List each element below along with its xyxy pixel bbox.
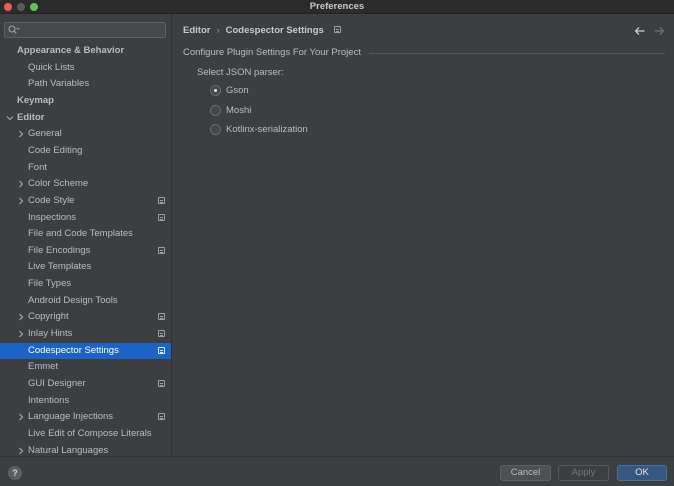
- back-arrow-icon[interactable]: [634, 25, 646, 37]
- chevron-down-icon[interactable]: [5, 110, 15, 126]
- window-title: Preferences: [309, 1, 365, 12]
- sidebar-item-label: Path Variables: [28, 78, 90, 90]
- project-scope-icon: [158, 330, 165, 337]
- sidebar-item-natural-languages[interactable]: Natural Languages: [0, 443, 171, 456]
- sidebar-item-copyright[interactable]: Copyright: [0, 309, 171, 325]
- ok-button[interactable]: OK: [617, 465, 667, 481]
- sidebar-item-emmet[interactable]: Emmet: [0, 359, 171, 375]
- sidebar-item-file-and-code-templates[interactable]: File and Code Templates: [0, 226, 171, 242]
- sidebar-item-label: Appearance & Behavior: [17, 45, 125, 56]
- radio-label: Gson: [226, 85, 249, 96]
- sidebar-item-label: Live Templates: [28, 261, 92, 273]
- sidebar-item-codespector-settings[interactable]: Codespector Settings: [0, 342, 171, 359]
- sidebar-item-file-types[interactable]: File Types: [0, 276, 171, 292]
- sidebar-item-code-editing[interactable]: Code Editing: [0, 143, 171, 159]
- title-bar: Preferences: [0, 0, 674, 14]
- sidebar-item-path-variables[interactable]: Path Variables: [0, 76, 171, 92]
- project-scope-icon: [158, 246, 165, 254]
- sidebar-item-code-style[interactable]: Code Style: [0, 193, 171, 209]
- sidebar-item-quick-lists[interactable]: Quick Lists: [0, 60, 171, 76]
- sidebar-item-label: Font: [28, 161, 48, 173]
- sidebar-item-label: GUI Designer: [28, 378, 86, 389]
- sidebar-item-color-scheme[interactable]: Color Scheme: [0, 176, 171, 192]
- apply-button[interactable]: Apply: [558, 465, 609, 481]
- sidebar-item-label: Quick Lists: [28, 61, 75, 73]
- project-scope-icon: [158, 413, 165, 421]
- sidebar-item-general[interactable]: General: [0, 126, 171, 142]
- json-parser-label: Select JSON parser:: [197, 67, 284, 78]
- sidebar-item-file-encodings[interactable]: File Encodings: [0, 243, 171, 259]
- chevron-right-icon[interactable]: [16, 409, 26, 425]
- sidebar-item-label: Live Edit of Compose Literals: [28, 427, 152, 439]
- radio-button[interactable]: [210, 85, 221, 96]
- breadcrumb-parent[interactable]: Editor: [183, 25, 210, 36]
- help-button[interactable]: ?: [8, 466, 22, 480]
- project-scope-icon: [158, 380, 165, 387]
- breadcrumb: Editor › Codespector Settings: [183, 24, 341, 38]
- chevron-right-icon[interactable]: [16, 193, 26, 209]
- sidebar-item-live-templates[interactable]: Live Templates: [0, 259, 171, 275]
- sidebar-item-label: Emmet: [28, 361, 59, 373]
- forward-arrow-icon[interactable]: [653, 25, 665, 37]
- sidebar-item-label: Intentions: [28, 394, 70, 406]
- settings-content: Editor › Codespector Settings Configure Pl…: [173, 14, 674, 456]
- sidebar-item-label: Android Design Tools: [28, 294, 118, 306]
- sidebar-item-label: Color Scheme: [28, 178, 89, 190]
- search-icon: [8, 25, 20, 34]
- project-scope-icon: [158, 213, 165, 221]
- sidebar-item-label: File Types: [28, 278, 72, 290]
- sidebar-item-label: Code Style: [28, 194, 75, 206]
- radio-button[interactable]: [210, 124, 221, 135]
- sidebar-item-label: Copyright: [28, 311, 69, 323]
- cancel-button[interactable]: Cancel: [500, 465, 551, 481]
- project-scope-icon: [333, 25, 341, 33]
- sidebar-item-android-design-tools[interactable]: Android Design Tools: [0, 293, 171, 309]
- sidebar-item-label: Inlay Hints: [28, 328, 73, 339]
- sidebar-item-label: Editor: [17, 111, 45, 123]
- sidebar-item-inspections[interactable]: Inspections: [0, 210, 171, 226]
- breadcrumb-current: Codespector Settings: [225, 25, 324, 36]
- breadcrumb-separator: ›: [216, 25, 220, 36]
- sidebar-item-editor[interactable]: Editor: [0, 110, 171, 126]
- sidebar-item-label: File and Code Templates: [28, 228, 133, 240]
- sidebar-item-keymap[interactable]: Keymap: [0, 93, 171, 109]
- sidebar-item-label: File Encodings: [28, 244, 91, 256]
- sidebar-item-label: Codespector Settings: [28, 344, 119, 356]
- settings-sidebar: Appearance & Behavior Quick Lists Path Var…: [0, 14, 172, 456]
- sidebar-item-label: General: [28, 128, 62, 140]
- sidebar-item-language-injections[interactable]: Language Injections: [0, 409, 171, 425]
- project-scope-icon: [158, 313, 165, 321]
- sidebar-item-label: Keymap: [17, 94, 54, 106]
- project-scope-icon: [158, 346, 165, 354]
- sidebar-item-appearance-behavior[interactable]: Appearance & Behavior: [0, 43, 171, 59]
- sidebar-item-intentions[interactable]: Intentions: [0, 393, 171, 409]
- sidebar-item-gui-designer[interactable]: GUI Designer: [0, 376, 171, 392]
- radio-label: Moshi: [226, 105, 252, 116]
- group-title: Configure Plugin Settings For Your Proje…: [183, 47, 361, 58]
- chevron-right-icon[interactable]: [16, 443, 26, 456]
- sidebar-item-label: Natural Languages: [28, 444, 109, 456]
- sidebar-item-live-edit-of-compose-literals[interactable]: Live Edit of Compose Literals: [0, 426, 171, 442]
- sidebar-item-label: Code Editing: [28, 144, 83, 156]
- group-separator: [369, 53, 665, 54]
- radio-label: Kotlinx-serialization: [226, 124, 308, 135]
- sidebar-item-font[interactable]: Font: [0, 160, 171, 176]
- sidebar-item-label: Language Injections: [28, 411, 114, 423]
- settings-search-input[interactable]: [4, 22, 166, 38]
- sidebar-item-label: Inspections: [28, 211, 77, 223]
- sidebar-item-inlay-hints[interactable]: Inlay Hints: [0, 326, 171, 342]
- chevron-right-icon[interactable]: [16, 176, 26, 192]
- dialog-footer: ? Cancel Apply OK: [0, 456, 674, 486]
- radio-button[interactable]: [210, 105, 221, 116]
- chevron-right-icon[interactable]: [16, 326, 26, 342]
- chevron-right-icon[interactable]: [16, 309, 26, 325]
- chevron-right-icon[interactable]: [16, 126, 26, 142]
- project-scope-icon: [158, 196, 165, 204]
